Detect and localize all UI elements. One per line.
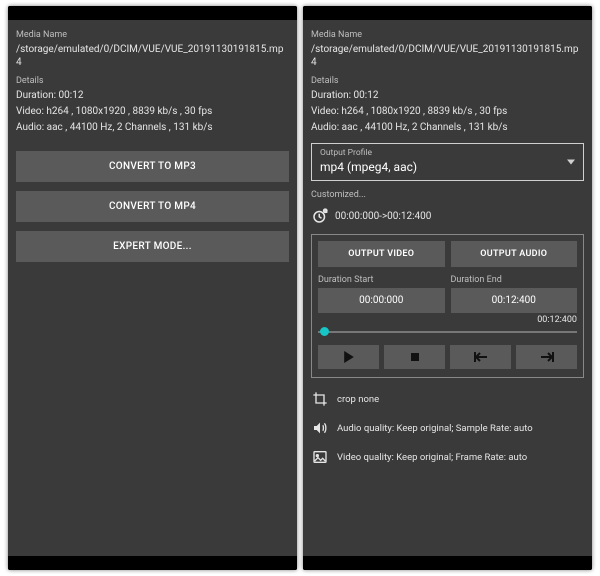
nav-bar (8, 556, 297, 570)
duration-start-value[interactable]: 00:00:000 (318, 288, 445, 313)
left-phone: Media Name /storage/emulated/0/DCIM/VUE/… (8, 6, 297, 570)
chevron-down-icon (567, 160, 575, 165)
speaker-icon (311, 420, 329, 436)
crop-icon (311, 391, 329, 407)
time-range-text: 00:00:000->00:12:400 (335, 211, 431, 222)
status-bar (8, 6, 297, 20)
duration-start-label: Duration Start (318, 275, 445, 285)
customized-label: Customized... (311, 190, 584, 200)
video-quality-option[interactable]: Video quality: Keep original; Frame Rate… (311, 449, 584, 465)
duration-end-label: Duration End (451, 275, 578, 285)
mark-in-button[interactable] (450, 345, 511, 369)
time-settings-icon[interactable] (311, 207, 329, 225)
playback-controls (318, 345, 577, 369)
duration-line: Duration: 00:12 (311, 89, 584, 102)
right-phone: Media Name /storage/emulated/0/DCIM/VUE/… (303, 6, 592, 570)
expert-mode-button[interactable]: EXPERT MODE... (16, 231, 289, 262)
crop-text: crop none (337, 394, 379, 405)
mark-out-button[interactable] (516, 345, 577, 369)
tab-output-video[interactable]: OUTPUT VIDEO (318, 241, 445, 267)
media-name-label: Media Name (16, 30, 289, 40)
output-tabs: OUTPUT VIDEO OUTPUT AUDIO (318, 241, 577, 267)
video-quality-text: Video quality: Keep original; Frame Rate… (337, 452, 527, 463)
media-path: /storage/emulated/0/DCIM/VUE/VUE_2019113… (311, 43, 584, 69)
expert-panel: OUTPUT VIDEO OUTPUT AUDIO Duration Start… (311, 234, 584, 378)
output-profile-label: Output Profile (320, 148, 575, 158)
stop-button[interactable] (384, 345, 445, 369)
output-profile-dropdown[interactable]: Output Profile mp4 (mpeg4, aac) (311, 143, 584, 181)
media-name-label: Media Name (311, 30, 584, 40)
video-line: Video: h264 , 1080x1920 , 8839 kb/s , 30… (311, 105, 584, 118)
time-range-row: 00:00:000->00:12:400 (311, 207, 584, 225)
slider-thumb[interactable] (320, 327, 329, 336)
crop-option[interactable]: crop none (311, 391, 584, 407)
audio-line: Audio: aac , 44100 Hz, 2 Channels , 131 … (311, 121, 584, 134)
convert-to-mp3-button[interactable]: CONVERT TO MP3 (16, 151, 289, 182)
time-slider[interactable]: 00:12:400 (318, 321, 577, 339)
duration-end-value[interactable]: 00:12:400 (451, 288, 578, 313)
duration-start-col: Duration Start 00:00:000 (318, 275, 445, 313)
audio-line: Audio: aac , 44100 Hz, 2 Channels , 131 … (16, 121, 289, 134)
audio-quality-option[interactable]: Audio quality: Keep original; Sample Rat… (311, 420, 584, 436)
details-label: Details (16, 76, 289, 86)
audio-quality-text: Audio quality: Keep original; Sample Rat… (337, 423, 533, 434)
duration-line: Duration: 00:12 (16, 89, 289, 102)
details-label: Details (311, 76, 584, 86)
output-profile-value: mp4 (mpeg4, aac) (320, 160, 575, 174)
right-screen: Media Name /storage/emulated/0/DCIM/VUE/… (303, 20, 592, 556)
play-button[interactable] (318, 345, 379, 369)
convert-to-mp4-button[interactable]: CONVERT TO MP4 (16, 191, 289, 222)
media-path: /storage/emulated/0/DCIM/VUE/VUE_2019113… (16, 43, 289, 69)
duration-end-col: Duration End 00:12:400 (451, 275, 578, 313)
duration-row: Duration Start 00:00:000 Duration End 00… (318, 275, 577, 313)
nav-bar (303, 556, 592, 570)
status-bar (303, 6, 592, 20)
left-screen: Media Name /storage/emulated/0/DCIM/VUE/… (8, 20, 297, 556)
slider-end-label: 00:12:400 (537, 315, 577, 325)
tab-output-audio[interactable]: OUTPUT AUDIO (451, 241, 578, 267)
video-line: Video: h264 , 1080x1920 , 8839 kb/s , 30… (16, 105, 289, 118)
slider-track (318, 331, 577, 333)
image-icon (311, 449, 329, 465)
